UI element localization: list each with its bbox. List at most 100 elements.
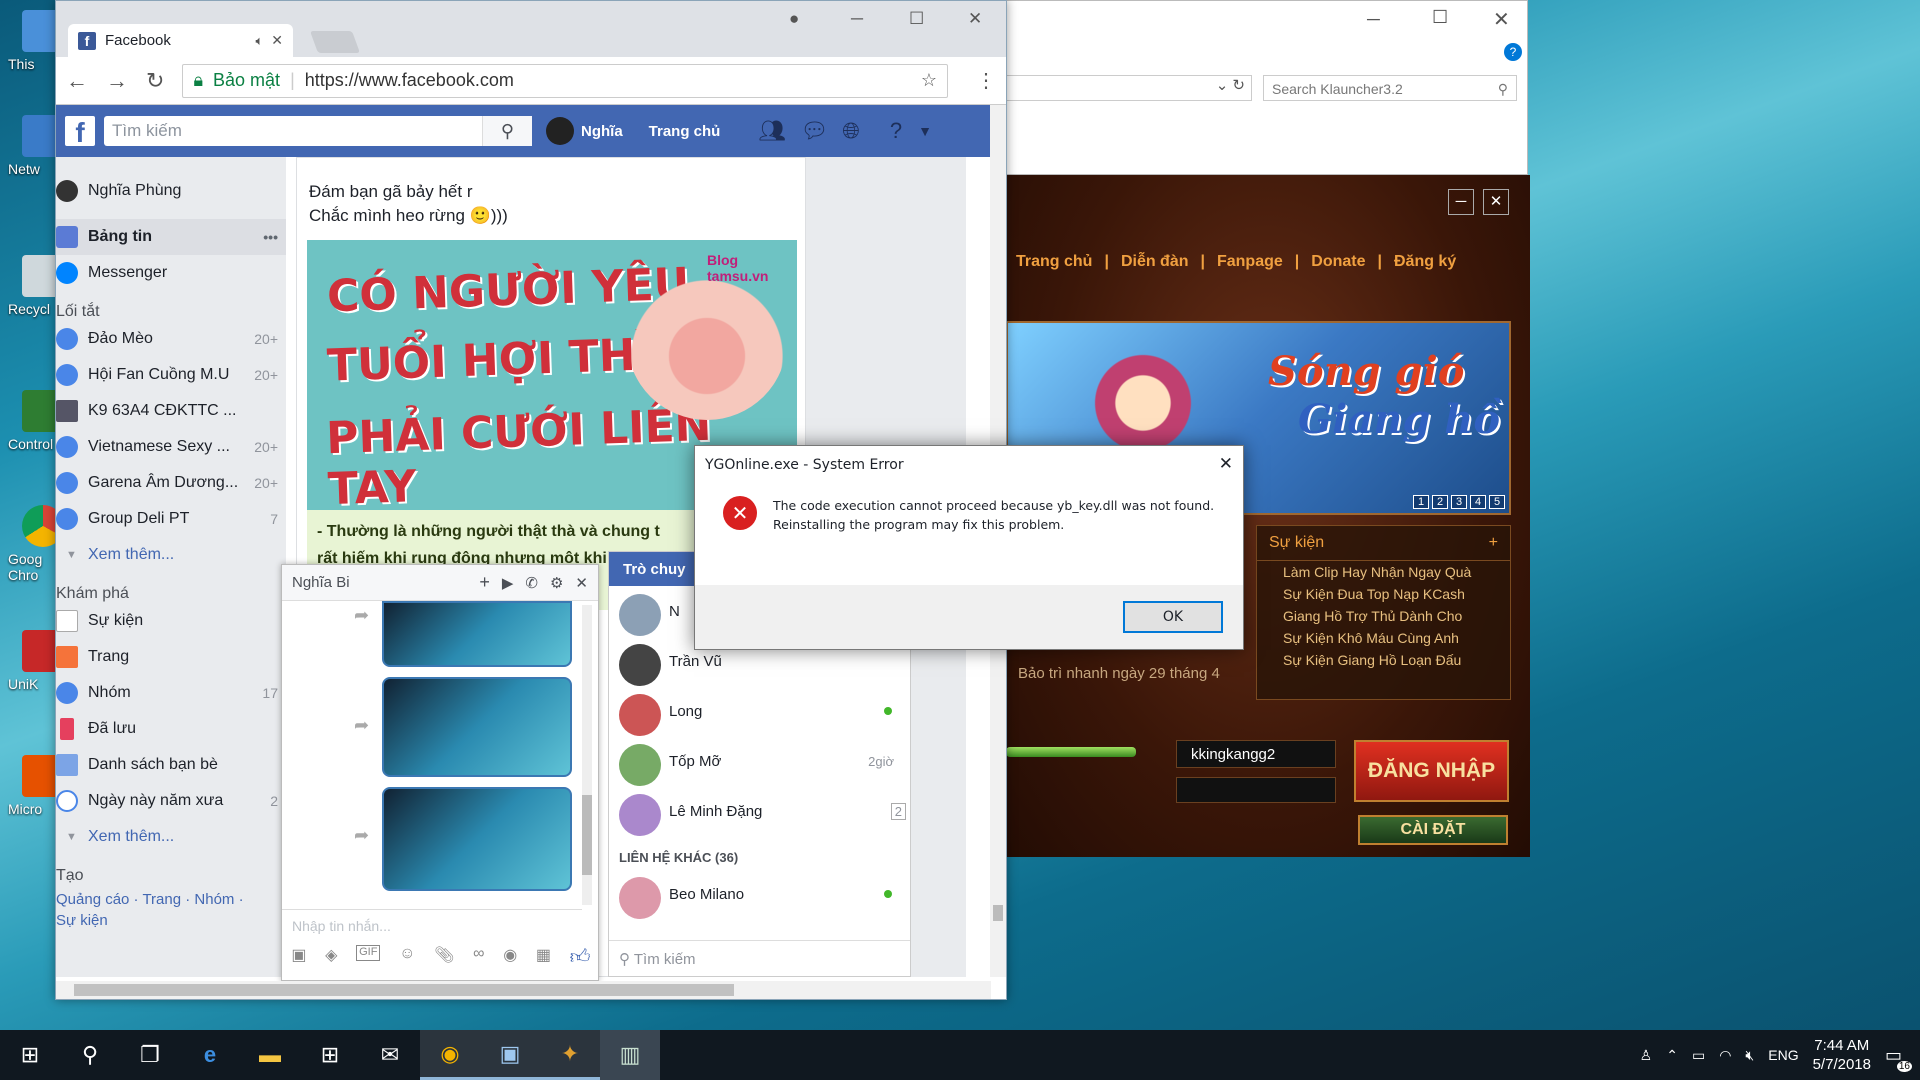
language-indicator[interactable]: ENG [1768, 1047, 1798, 1063]
star-icon[interactable]: ☆ [921, 70, 937, 91]
dialog-close-icon[interactable]: ✕ [1219, 454, 1233, 474]
maximize-button[interactable]: ☐ [909, 9, 924, 29]
share-icon[interactable]: ➦ [354, 605, 369, 626]
battery-icon[interactable]: ▭ [1692, 1047, 1705, 1064]
facebook-search-input[interactable]: Tìm kiếm ⚲ [104, 116, 532, 146]
link-icon[interactable]: ∞ [473, 945, 484, 977]
chat-message-input[interactable]: Nhập tin nhắn... [282, 909, 582, 939]
see-more-link[interactable]: ▼ Xem thêm... [56, 537, 286, 573]
nav-messenger[interactable]: Messenger [56, 255, 286, 291]
chat-image[interactable] [382, 677, 572, 777]
search-icon[interactable]: ⚲ [482, 116, 532, 146]
new-tab-button[interactable] [309, 31, 361, 53]
menu-icon[interactable]: ⋮ [976, 68, 996, 93]
see-more-link[interactable]: ▼ Xem thêm... [56, 819, 286, 855]
profile-icon[interactable]: ● [789, 9, 799, 29]
chat-name[interactable]: Nghĩa Bi [292, 574, 350, 591]
search-icon[interactable]: ⚲ [60, 1030, 120, 1080]
url-input[interactable]: 🔒︎ Bảo mật | https://www.facebook.com ☆ [182, 63, 948, 98]
grid-icon[interactable]: ▦ [536, 945, 551, 977]
share-icon[interactable]: ➦ [354, 825, 369, 846]
event-item[interactable]: Sự Kiện Đua Top Nạp KCash [1257, 583, 1510, 605]
store-icon[interactable]: ⊞ [300, 1030, 360, 1080]
game-nav-donate[interactable]: Donate [1311, 253, 1365, 271]
username-input[interactable]: kkingkangg2 [1176, 740, 1336, 768]
tab-close-icon[interactable]: ✕ [271, 32, 283, 49]
wifi-icon[interactable]: ◠ [1719, 1047, 1731, 1064]
more-icon[interactable]: ••• [263, 229, 278, 245]
shortcut-item[interactable]: Garena Âm Dương... 20+ [56, 465, 286, 501]
game-nav-home[interactable]: Trang chủ [1016, 253, 1092, 271]
notification-center-icon[interactable]: ▭ 16 [1885, 1045, 1912, 1072]
explore-item[interactable]: Ngày này năm xưa 2 [56, 783, 286, 819]
messenger-icon[interactable]: 💬︎ [800, 118, 828, 144]
dialog-title-bar[interactable]: YGOnline.exe - System Error ✕ [695, 446, 1243, 482]
close-icon[interactable]: ✕ [575, 574, 588, 592]
clock[interactable]: 7:44 AM 5/7/2018 [1813, 1036, 1871, 1074]
tab-facebook[interactable]: f Facebook 🔈︎ ✕ [68, 24, 293, 57]
plus-icon[interactable]: + [1489, 534, 1498, 552]
horizontal-scrollbar[interactable] [56, 981, 991, 999]
camera-icon[interactable]: ◉ [503, 945, 517, 977]
event-item[interactable]: Sự Kiện Khô Máu Cùng Anh [1257, 627, 1510, 649]
close-button[interactable]: ✕ [968, 9, 982, 29]
forward-icon[interactable]: → [106, 68, 128, 94]
back-icon[interactable]: ← [66, 68, 88, 94]
banner-page-1[interactable]: 1 [1413, 495, 1429, 509]
login-button[interactable]: ĐĂNG NHẬP [1354, 740, 1509, 802]
sticker-icon[interactable]: ◈ [325, 945, 337, 977]
explore-item[interactable]: Đã lưu [56, 711, 286, 747]
volume-mute-icon[interactable]: 🔇︎ [1745, 1047, 1754, 1064]
home-link[interactable]: Trang chủ [649, 123, 721, 140]
friend-requests-icon[interactable]: 👥︎ [758, 118, 786, 144]
banner-page-2[interactable]: 2 [1432, 495, 1448, 509]
create-links-line1[interactable]: Quảng cáo · Trang · Nhóm · [56, 889, 286, 910]
reload-icon[interactable]: ↻ [146, 68, 164, 94]
shortcut-item[interactable]: Group Deli PT 7 [56, 501, 286, 537]
gif-icon[interactable]: GIF [356, 945, 381, 961]
banner-page-5[interactable]: 5 [1489, 495, 1505, 509]
shortcut-item[interactable]: Đảo Mèo 20+ [56, 321, 286, 357]
banner-page-3[interactable]: 3 [1451, 495, 1467, 509]
contact-item[interactable]: Lê Minh Đặng 2 [609, 786, 910, 836]
mail-icon[interactable]: ✉ [360, 1030, 420, 1080]
launcher-minimize-button[interactable]: ─ [1367, 9, 1380, 30]
like-icon[interactable]: 👍︎ [570, 945, 591, 977]
ok-button[interactable]: OK [1123, 601, 1223, 633]
gear-icon[interactable]: ⚙︎ [550, 574, 563, 592]
video-call-icon[interactable]: ▶︎ [502, 574, 514, 592]
chat-header[interactable]: Nghĩa Bi + ▶︎ ✆ ⚙︎ ✕ [282, 565, 598, 601]
event-item[interactable]: Giang Hồ Trợ Thủ Dành Cho [1257, 605, 1510, 627]
game-minimize-button[interactable]: ─ [1448, 189, 1474, 215]
add-person-icon[interactable]: + [479, 572, 490, 593]
settings-button[interactable]: CÀI ĐẶT [1358, 815, 1508, 845]
nav-news-feed[interactable]: Bảng tin ••• [56, 219, 286, 255]
shortcut-item[interactable]: Hội Fan Cuồng M.U 20+ [56, 357, 286, 393]
shortcut-item[interactable]: Vietnamese Sexy ... 20+ [56, 429, 286, 465]
emoji-icon[interactable]: ☺ [399, 945, 415, 977]
contact-item[interactable]: Long [609, 686, 910, 736]
minimize-button[interactable]: ─ [851, 9, 863, 29]
game-taskbar-icon[interactable]: ✦ [540, 1030, 600, 1080]
banner-page-4[interactable]: 4 [1470, 495, 1486, 509]
launcher-maximize-button[interactable]: ☐ [1432, 7, 1448, 28]
task-view-icon[interactable]: ❐ [120, 1030, 180, 1080]
launcher-search-input[interactable]: Search Klauncher3.2 ⚲ [1263, 75, 1517, 101]
explore-item[interactable]: Trang [56, 639, 286, 675]
notifications-globe-icon[interactable]: 🌐︎ [842, 118, 860, 144]
launcher-taskbar-icon[interactable]: ▣ [480, 1030, 540, 1080]
people-icon[interactable]: ♙ [1640, 1047, 1653, 1064]
shortcut-item[interactable]: K9 63A4 CĐKTTC ... [56, 393, 286, 429]
event-item[interactable]: Sự Kiện Giang Hồ Loạn Đấu [1257, 649, 1510, 671]
edge-icon[interactable]: e [180, 1030, 240, 1080]
explore-item[interactable]: Danh sách bạn bè [56, 747, 286, 783]
launcher-address-bar[interactable]: ⌄ ↻ [1007, 75, 1252, 101]
help-icon[interactable]: ? [890, 118, 902, 144]
game-nav-forum[interactable]: Diễn đàn [1121, 253, 1189, 271]
chrome-taskbar-icon[interactable]: ◉ [420, 1030, 480, 1080]
phone-icon[interactable]: ✆ [525, 574, 538, 592]
chat-image[interactable] [382, 787, 572, 891]
error-app-taskbar-icon[interactable]: ▥ [600, 1030, 660, 1080]
share-icon[interactable]: ➦ [354, 715, 369, 736]
event-item[interactable]: Làm Clip Hay Nhận Ngay Quà [1257, 561, 1510, 583]
